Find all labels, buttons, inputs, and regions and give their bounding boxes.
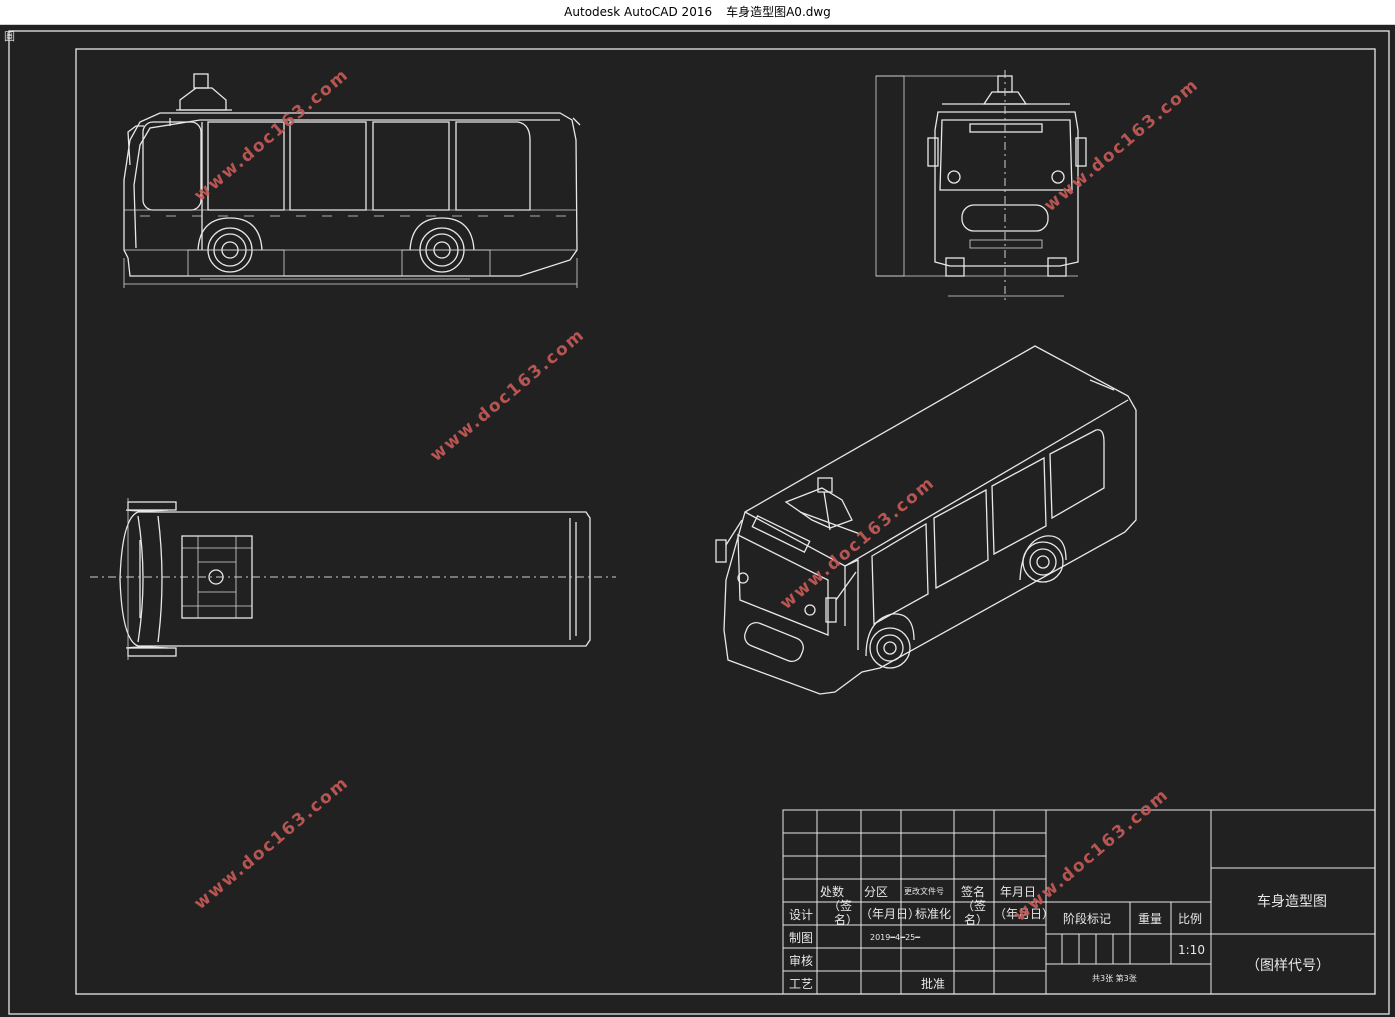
watermark-3: www.doc163.com	[426, 325, 589, 466]
row-review: 审核	[789, 953, 813, 968]
scale-label: 比例	[1178, 912, 1202, 926]
watermark-2: www.doc163.com	[1040, 75, 1203, 216]
row-process: 工艺	[789, 977, 813, 991]
col-count: 处数	[820, 884, 844, 899]
title-block[interactable]: 处数 分区 更改文件号 签名 年月日 设计 （签 名） （年月日） 标准化 （签…	[782, 809, 1376, 995]
drawing-canvas[interactable]: 处数 分区 更改文件号 签名 年月日 设计 （签 名） （年月日） 标准化 （签…	[0, 24, 1395, 1017]
row-drafting: 制图	[789, 931, 813, 945]
std-sign-line1: （签	[962, 898, 986, 913]
app-title: Autodesk AutoCAD 2016	[564, 5, 713, 19]
watermark-5: www.doc163.com	[190, 773, 353, 914]
top-view[interactable]	[90, 498, 616, 660]
row-standardize: 标准化	[915, 907, 951, 921]
col-signature: 签名	[961, 884, 985, 899]
side-view[interactable]	[123, 73, 581, 288]
window-titlebar: Autodesk AutoCAD 2016 车身造型图A0.dwg	[0, 0, 1395, 25]
drawing-name: 车身造型图	[1257, 893, 1327, 910]
stage-mark: 阶段标记	[1063, 911, 1111, 926]
sheet-count: 共3张 第3张	[1092, 973, 1137, 983]
scale-value: 1:10	[1178, 943, 1205, 957]
design-date: （年月日）	[860, 907, 920, 921]
front-view[interactable]	[875, 70, 1087, 300]
std-sign-line2: 名）	[964, 912, 988, 927]
file-name: 车身造型图A0.dwg	[726, 5, 831, 19]
watermark-6: www.doc163.com	[1010, 785, 1173, 926]
isometric-view[interactable]	[715, 345, 1137, 695]
row-approve: 批准	[921, 976, 945, 991]
drawing-code: （图样代号）	[1246, 958, 1330, 974]
design-sign-line1: （签	[828, 898, 852, 913]
watermark-1: www.doc163.com	[190, 65, 353, 206]
col-doc-no: 更改文件号	[904, 886, 944, 896]
col-zone: 分区	[864, 885, 888, 899]
row-design: 设计	[789, 908, 813, 922]
draft-date: 2019━4━25━	[870, 933, 920, 942]
weight-label: 重量	[1138, 912, 1162, 926]
design-sign-line2: 名）	[834, 912, 858, 927]
